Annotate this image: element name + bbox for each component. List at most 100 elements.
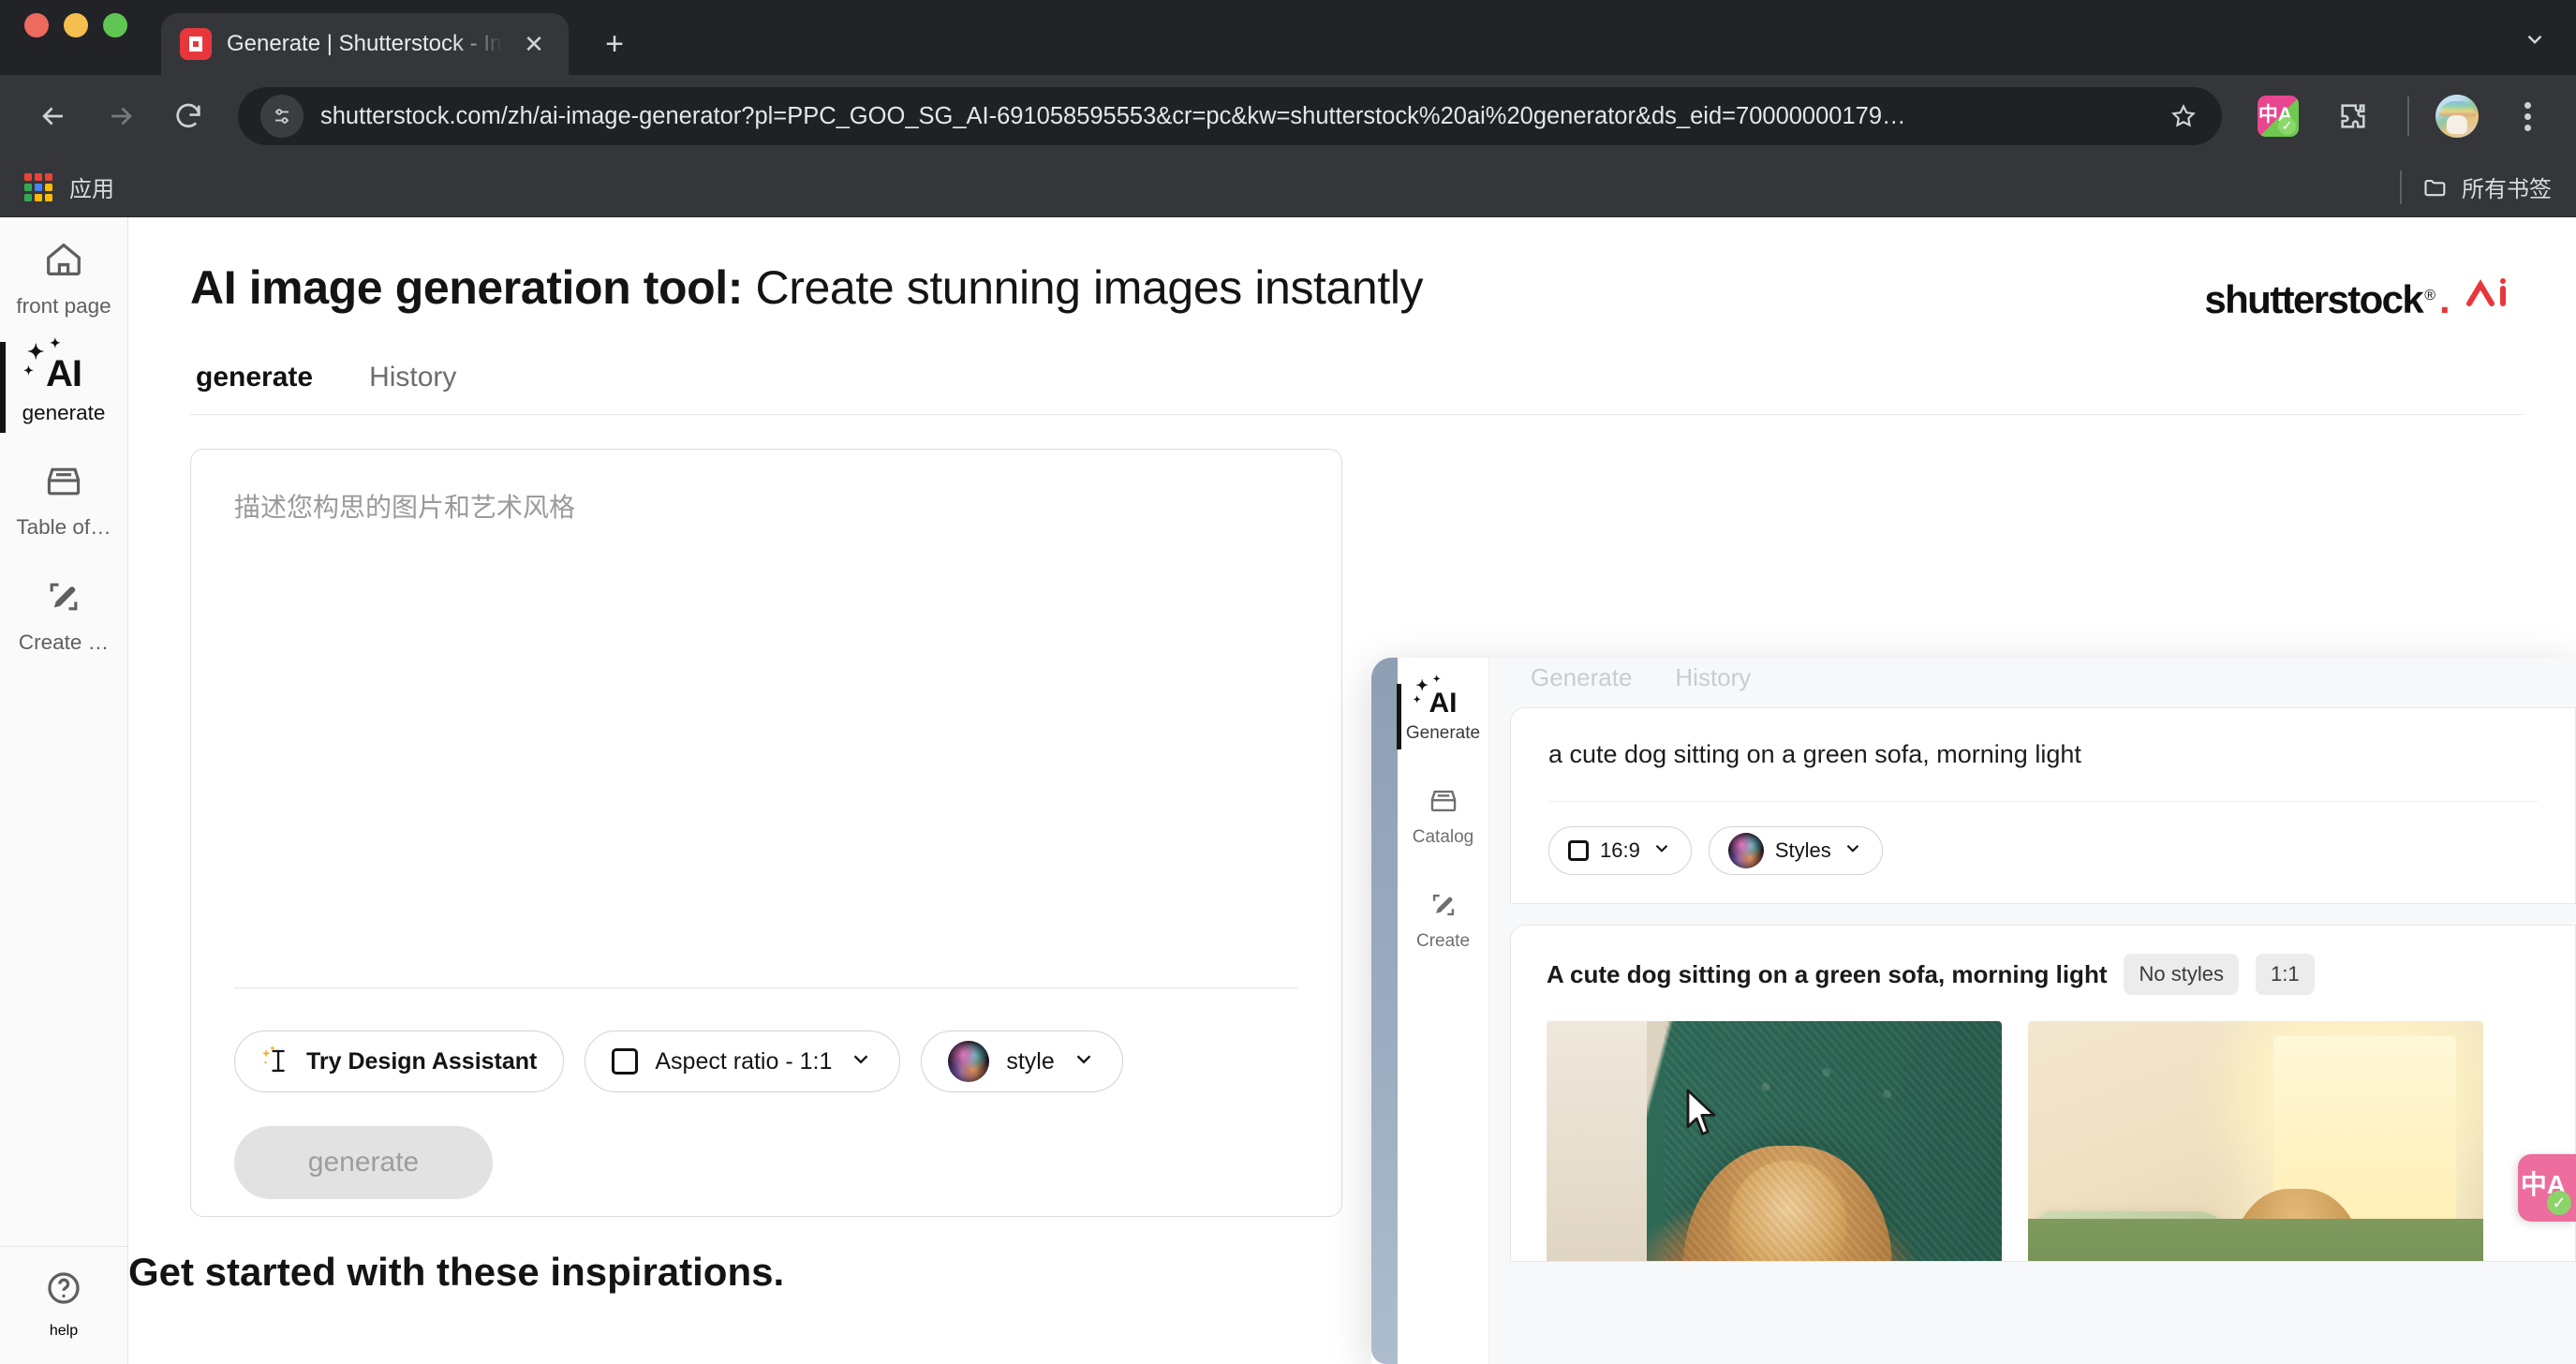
new-tab-button[interactable]: + [593,22,636,66]
overlay-prompt-card: a cute dog sitting on a green sofa, morn… [1510,707,2576,904]
chevron-down-icon [1072,1046,1096,1077]
overlay-aspect-ratio-label: 16:9 [1600,838,1640,862]
all-bookmarks-button[interactable]: 所有书签 [2422,170,2552,203]
sidebar-item-label: Table of… [16,515,111,540]
close-window-button[interactable] [24,13,49,37]
result-style-badge: No styles [2124,954,2239,995]
result-ratio-badge: 1:1 [2255,954,2315,995]
ai-sparkle-icon: ✦ ✦ ✦ AI [1413,675,1458,719]
overlay-tab-generate[interactable]: Generate [1531,663,1632,692]
tab-list-chevron-icon[interactable] [2510,15,2559,64]
translate-check-badge: ✓ [2547,1191,2571,1215]
overlay-prompt-input[interactable]: a cute dog sitting on a green sofa, morn… [1548,740,2538,769]
toolbar-divider [2407,96,2409,136]
sidebar-item-help[interactable]: help [0,1246,128,1364]
style-dropdown[interactable]: style [921,1030,1123,1092]
help-circle-icon [43,1268,84,1313]
ai-sparkle-icon: ✦ ✦ ✦ AI [23,334,82,394]
overlay-body: Generate History a cute dog sitting on a… [1489,658,2576,1364]
star-icon[interactable] [2158,91,2209,141]
bookmarks-divider [2400,170,2402,204]
shutterstock-favicon [180,28,212,60]
close-tab-button[interactable]: ✕ [518,28,550,60]
overlay-aspect-ratio-dropdown[interactable]: 16:9 [1548,826,1692,875]
logo-dot: . [2439,277,2450,321]
floating-translate-button[interactable]: 中A ✓ [2518,1154,2576,1222]
overlay-rail-label: Catalog [1412,827,1474,847]
overlay-rail-label: Create [1415,931,1471,951]
catalog-tray-icon [1428,785,1459,822]
sidebar-item-label: generate [22,400,106,424]
sidebar-item-generate[interactable]: ✦ ✦ ✦ AI generate [0,334,128,441]
try-design-assistant-button[interactable]: Try Design Assistant [234,1030,565,1092]
page-title-rest: Create stunning images instantly [743,261,1424,314]
style-label: style [1006,1047,1055,1075]
catalog-tray-icon [43,461,84,507]
kebab-menu-icon[interactable] [2501,90,2554,142]
home-icon [42,238,85,286]
overlay-styles-dropdown[interactable]: Styles [1708,826,1883,875]
generated-image-1[interactable] [1547,1021,2002,1261]
browser-window: Generate | Shutterstock - Ima ✕ + shutte… [0,0,2576,1364]
browser-toolbar: shutterstock.com/zh/ai-image-generator?p… [0,75,2576,157]
chevron-down-icon [1843,838,1863,864]
chevron-down-icon [1651,838,1672,864]
overlay-styles-label: Styles [1774,838,1831,862]
overlay-rail-item-catalog[interactable]: Catalog [1398,779,1489,853]
shutterstock-ai-logo: shutterstock ® . [2204,275,2524,322]
style-thumbnail [948,1041,990,1082]
bookmarks-bar: 应用 所有书签 [0,157,2576,217]
aspect-ratio-label: Aspect ratio - 1:1 [655,1047,833,1075]
apps-label: 应用 [69,177,114,202]
overlay-rail-item-create[interactable]: Create [1398,883,1489,957]
app-sidebar: front page ✦ ✦ ✦ AI generate Table of… Crea… [0,217,128,1364]
sidebar-item-label: front page [16,294,111,318]
sidebar-item-front-page[interactable]: front page [0,217,128,334]
window-traffic-lights [24,0,127,75]
generate-button[interactable]: generate [234,1126,493,1199]
pencil-edit-icon [1428,889,1459,926]
overlay-rail: ✦ ✦ ✦ AI Generate Catalog Create [1396,658,1489,1364]
forward-button[interactable] [90,85,152,147]
pencil-edit-icon [43,576,84,622]
prompt-input[interactable]: 描述您构思的图片和艺术风格 [234,487,1298,525]
page-title: AI image generation tool: Create stunnin… [190,260,1424,315]
bookmark-item-apps[interactable]: 应用 [24,170,114,203]
aspect-ratio-dropdown[interactable]: Aspect ratio - 1:1 [585,1030,901,1092]
generate-overlay-panel: ✦ ✦ ✦ AI Generate Catalog Create Generat… [1371,658,2576,1364]
logo-wordmark: shutterstock [2204,277,2423,321]
puzzle-icon[interactable] [2325,88,2381,144]
prompt-composer: 描述您构思的图片和艺术风格 Try Design Assistant Aspec… [190,449,1342,1217]
back-button[interactable] [22,85,84,147]
page-viewport: front page ✦ ✦ ✦ AI generate Table of… Crea… [0,217,2576,1364]
aspect-ratio-square-icon [612,1048,639,1075]
translate-check-badge: ✓ [2278,117,2296,135]
page-title-bold: AI image generation tool: [190,261,744,314]
sidebar-item-create[interactable]: Create … [0,556,128,671]
tab-title: Generate | Shutterstock - Ima [227,31,503,56]
overlay-tabs: Generate History [1510,658,2576,692]
overlay-drag-handle[interactable] [1371,658,1398,1364]
minimize-window-button[interactable] [64,13,88,37]
tab-history[interactable]: History [369,362,456,414]
chevron-down-icon [849,1046,873,1077]
browser-tab[interactable]: Generate | Shutterstock - Ima ✕ [161,13,569,75]
maximize-window-button[interactable] [103,13,127,37]
style-thumbnail [1727,833,1764,868]
site-settings-icon[interactable] [260,95,303,138]
design-assistant-label: Try Design Assistant [306,1047,538,1075]
translate-extension-icon[interactable]: 中A ✓ [2258,96,2299,137]
apps-grid-icon [24,172,52,201]
result-prompt-title: A cute dog sitting on a green sofa, morn… [1547,959,2108,988]
avatar[interactable] [2435,95,2479,138]
reload-button[interactable] [157,85,219,147]
address-bar[interactable]: shutterstock.com/zh/ai-image-generator?p… [238,87,2222,145]
overlay-result-card: A cute dog sitting on a green sofa, morn… [1510,925,2576,1262]
sidebar-item-catalog[interactable]: Table of… [0,440,128,556]
overlay-tab-history[interactable]: History [1675,663,1751,692]
inspirations-heading: Get started with these inspirations. [128,1250,785,1294]
overlay-rail-item-generate[interactable]: ✦ ✦ ✦ AI Generate [1396,675,1489,749]
sidebar-help-label: help [49,1323,79,1339]
tab-generate[interactable]: generate [196,362,313,414]
generated-image-2[interactable] [2028,1021,2483,1261]
